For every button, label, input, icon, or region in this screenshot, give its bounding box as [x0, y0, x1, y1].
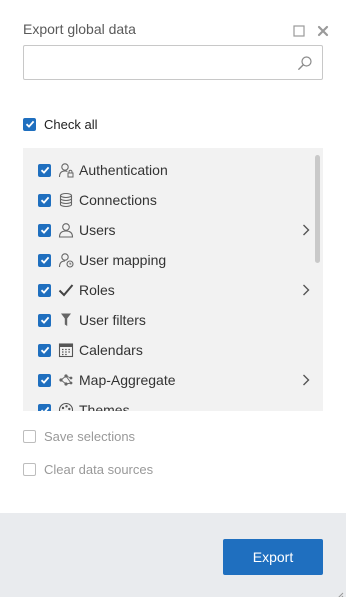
list-scrollbar[interactable]	[315, 155, 320, 263]
funnel-icon	[58, 312, 74, 328]
item-checkbox[interactable]	[38, 163, 51, 177]
user-mapping-icon	[58, 252, 74, 268]
item-checkbox[interactable]	[38, 283, 51, 297]
item-label: Connections	[79, 192, 157, 208]
export-button[interactable]: Export	[223, 539, 323, 575]
clear-data-sources-option[interactable]: Clear data sources	[23, 461, 153, 477]
list-item-calendars[interactable]: Calendars	[23, 335, 313, 365]
list-item-user-filters[interactable]: User filters	[23, 305, 313, 335]
clear-data-sources-label: Clear data sources	[44, 461, 154, 477]
item-checkbox[interactable]	[38, 313, 51, 327]
check-all[interactable]: Check all	[23, 116, 97, 132]
check-all-label: Check all	[44, 116, 98, 132]
item-checkbox[interactable]	[38, 193, 51, 207]
item-label: User mapping	[79, 252, 167, 268]
list-item-map-aggregate[interactable]: Map-Aggregate	[23, 365, 313, 395]
maximize-icon[interactable]	[292, 24, 306, 38]
item-label: Authentication	[79, 162, 168, 178]
user-lock-icon	[58, 162, 74, 178]
list-item-themes[interactable]: Themes	[23, 395, 313, 411]
hierarchy-icon	[58, 372, 74, 388]
search-field[interactable]	[23, 45, 323, 80]
palette-icon	[58, 402, 74, 411]
list-item-user-mapping[interactable]: User mapping	[23, 245, 313, 275]
chevron-right-icon[interactable]	[299, 223, 313, 237]
item-checkbox[interactable]	[38, 403, 51, 411]
item-checkbox[interactable]	[38, 253, 51, 267]
clear-data-sources-checkbox[interactable]	[23, 462, 36, 476]
item-label: Map-Aggregate	[79, 372, 176, 388]
item-label: User filters	[79, 312, 146, 328]
search-icon[interactable]	[297, 55, 313, 71]
dialog-title: Export global data	[23, 21, 136, 37]
item-checkbox[interactable]	[38, 343, 51, 357]
list-item-authentication[interactable]: Authentication	[23, 155, 313, 185]
checkmark-icon	[58, 282, 74, 298]
item-label: Users	[79, 222, 116, 238]
save-selections-label: Save selections	[44, 428, 136, 444]
resize-grip-icon[interactable]	[336, 587, 344, 597]
item-label: Themes	[79, 402, 130, 411]
database-icon	[58, 192, 74, 208]
user-icon	[58, 222, 74, 238]
list-item-users[interactable]: Users	[23, 215, 313, 245]
item-checkbox[interactable]	[38, 223, 51, 237]
close-icon[interactable]	[316, 24, 330, 38]
item-label: Calendars	[79, 342, 143, 358]
item-label: Roles	[79, 282, 115, 298]
save-selections-checkbox[interactable]	[23, 429, 36, 443]
save-selections-option[interactable]: Save selections	[23, 428, 135, 444]
chevron-right-icon[interactable]	[299, 283, 313, 297]
calendar-icon	[58, 342, 74, 358]
search-input[interactable]	[24, 46, 284, 79]
item-checkbox[interactable]	[38, 373, 51, 387]
check-all-checkbox[interactable]	[23, 117, 36, 131]
list-item-connections[interactable]: Connections	[23, 185, 313, 215]
export-items-list: Authentication Connections Users User ma…	[23, 148, 323, 411]
chevron-right-icon[interactable]	[299, 373, 313, 387]
list-item-roles[interactable]: Roles	[23, 275, 313, 305]
